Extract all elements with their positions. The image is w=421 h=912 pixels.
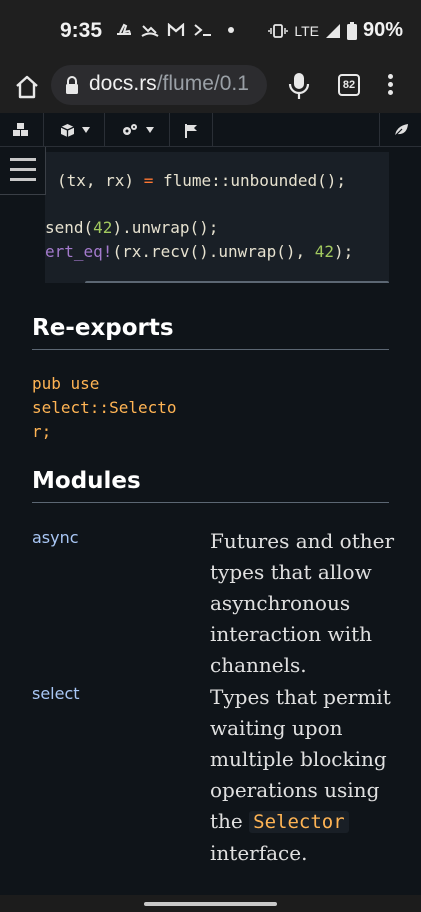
cube-icon bbox=[60, 123, 75, 137]
crate-menu-button[interactable] bbox=[60, 113, 90, 147]
theme-button[interactable] bbox=[393, 113, 409, 147]
caret-down-icon bbox=[82, 127, 90, 133]
battery-icon bbox=[346, 21, 357, 40]
nav-divider bbox=[212, 113, 213, 147]
lock-icon bbox=[66, 76, 78, 94]
modules-heading: Modules bbox=[32, 468, 389, 503]
gmail-icon bbox=[167, 23, 185, 36]
module-link-select[interactable]: select bbox=[32, 684, 80, 703]
code-line-1: (tx, rx) = flume::unbounded(); bbox=[57, 171, 346, 190]
nav-divider bbox=[43, 113, 44, 147]
battery-level: 90% bbox=[362, 19, 403, 41]
reexports-heading: Re-exports bbox=[32, 315, 389, 350]
flag-icon bbox=[185, 123, 197, 138]
address-bar[interactable]: docs.rs/flume/0.1 bbox=[51, 65, 267, 105]
url-host: docs.rs bbox=[89, 72, 157, 95]
terminal-icon bbox=[194, 24, 211, 36]
code-horizontal-scrollbar[interactable] bbox=[85, 281, 389, 283]
code-line-3: ert_eq!(rx.recv().unwrap(), 42); bbox=[45, 242, 354, 261]
notification-icons bbox=[115, 22, 235, 38]
sidebar-toggle-button[interactable] bbox=[0, 147, 46, 195]
url-path: /flume/0.1 bbox=[156, 72, 249, 95]
more-options-icon[interactable] bbox=[384, 72, 396, 100]
nav-divider bbox=[169, 113, 170, 147]
cubes-icon bbox=[13, 123, 28, 136]
caret-down-icon bbox=[146, 127, 154, 133]
reexport-keyword: pub use bbox=[32, 374, 100, 393]
status-bar: 9:35 LTE 90% bbox=[0, 0, 421, 62]
selector-code-link[interactable]: Selector bbox=[249, 811, 349, 833]
docs-rs-logo-button[interactable] bbox=[12, 113, 30, 147]
system-icons: LTE 90% bbox=[268, 19, 403, 42]
module-description-select: Types that permit waiting upon multiple … bbox=[210, 685, 391, 865]
gesture-navigation-bar bbox=[0, 895, 421, 912]
docs-rs-navbar bbox=[0, 113, 421, 147]
airplane-notification-icon bbox=[117, 23, 131, 35]
tab-switcher-button[interactable]: 82 bbox=[338, 74, 360, 96]
settings-menu-button[interactable] bbox=[121, 113, 154, 147]
vibrate-icon bbox=[268, 23, 289, 38]
browser-toolbar: docs.rs/flume/0.1 82 bbox=[0, 62, 421, 113]
url-text[interactable]: docs.rs/flume/0.1 bbox=[89, 72, 249, 96]
home-gesture-handle[interactable] bbox=[144, 902, 277, 906]
reexport-path: select::Selecto bbox=[32, 398, 177, 417]
missed-call-icon bbox=[141, 25, 159, 37]
reexport-item[interactable]: pub use select::Selecto r; bbox=[32, 372, 177, 444]
releases-button[interactable] bbox=[184, 113, 198, 147]
network-type: LTE bbox=[294, 22, 319, 39]
nav-divider bbox=[104, 113, 105, 147]
microphone-icon[interactable] bbox=[288, 72, 310, 100]
status-time: 9:35 bbox=[60, 19, 103, 42]
code-line-2: send(42).unwrap(); bbox=[45, 218, 219, 237]
module-link-async[interactable]: async bbox=[32, 528, 79, 547]
signal-icon bbox=[325, 23, 340, 38]
reexport-path-end: r; bbox=[32, 422, 52, 441]
cogs-icon bbox=[123, 124, 137, 135]
docs-content: (tx, rx) = flume::unbounded(); send(42).… bbox=[0, 147, 421, 895]
nav-divider bbox=[379, 113, 380, 147]
home-icon[interactable] bbox=[12, 72, 42, 102]
example-code-block: (tx, rx) = flume::unbounded(); send(42).… bbox=[45, 152, 389, 283]
notification-dot-icon bbox=[228, 27, 234, 33]
module-description-async: Futures and other types that allow async… bbox=[210, 529, 395, 677]
leaf-icon bbox=[393, 124, 408, 137]
